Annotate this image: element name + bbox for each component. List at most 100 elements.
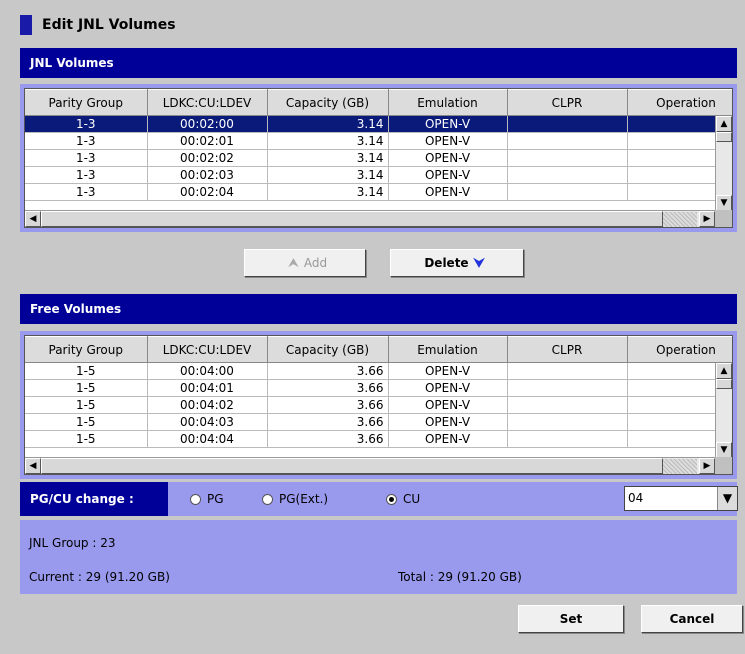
table-cell: 00:02:00	[147, 115, 268, 133]
table-cell: OPEN-V	[388, 166, 508, 184]
table-row[interactable]: 1-5 00:04:03 3.66 OPEN-V	[25, 413, 732, 431]
add-button-label: Add	[303, 256, 328, 270]
table-cell: 00:04:01	[147, 379, 268, 397]
column-header[interactable]: LDKC:CU:LDEV	[147, 89, 268, 116]
table-cell: OPEN-V	[388, 413, 508, 431]
table-row[interactable]: 1-3 00:02:02 3.14 OPEN-V	[25, 149, 732, 167]
set-button[interactable]: Set	[518, 605, 624, 633]
table-cell: 3.66	[267, 396, 389, 414]
double-chevron-up-icon: ⮝	[287, 255, 299, 271]
table-cell: 3.66	[267, 430, 389, 448]
add-button[interactable]: ⮝ Add	[244, 249, 366, 277]
radio-pg-label: PG	[207, 492, 224, 506]
jnl-volumes-table[interactable]: Parity Group LDKC:CU:LDEV Capacity (GB) Emu…	[24, 88, 733, 228]
free-vertical-scrollbar[interactable]: ▲ ▼	[715, 363, 732, 458]
table-cell: OPEN-V	[388, 396, 508, 414]
jnl-vertical-scrollbar[interactable]: ▲ ▼	[715, 116, 732, 211]
radio-circle-icon	[190, 493, 201, 505]
table-row[interactable]: 1-5 00:04:04 3.66 OPEN-V	[25, 430, 732, 448]
cu-select[interactable]: 04 ▼	[624, 486, 738, 511]
scroll-down-icon[interactable]: ▼	[716, 195, 732, 211]
free-volumes-header: Free Volumes	[20, 294, 737, 324]
column-header[interactable]: Capacity (GB)	[267, 89, 389, 116]
scroll-up-icon[interactable]: ▲	[716, 363, 732, 379]
free-horizontal-scrollbar[interactable]: ◀ ▶	[25, 457, 715, 474]
column-header[interactable]: Operation	[627, 89, 732, 116]
radio-pg-ext[interactable]: PG(Ext.)	[262, 492, 328, 506]
column-header[interactable]: CLPR	[507, 89, 628, 116]
radio-cu-label: CU	[403, 492, 421, 506]
table-row[interactable]: 1-5 00:04:00 3.66 OPEN-V	[25, 362, 732, 380]
cu-select-value: 04	[628, 491, 644, 505]
table-cell: OPEN-V	[388, 115, 508, 133]
table-row[interactable]: 1-3 00:02:00 3.14 OPEN-V	[25, 115, 732, 133]
delete-button-label: Delete	[424, 256, 469, 270]
double-chevron-down-icon: ⮟	[473, 255, 485, 271]
table-cell: 1-5	[25, 413, 148, 431]
table-cell: OPEN-V	[388, 362, 508, 380]
page-title: Edit JNL Volumes	[42, 17, 176, 33]
column-header[interactable]: Parity Group	[25, 89, 148, 116]
table-cell: 1-5	[25, 430, 148, 448]
scroll-left-icon[interactable]: ◀	[25, 211, 41, 227]
title-marker	[20, 15, 32, 35]
table-cell: 1-3	[25, 183, 148, 201]
table-cell: OPEN-V	[388, 379, 508, 397]
table-cell: 1-5	[25, 362, 148, 380]
free-volumes-table[interactable]: Parity Group LDKC:CU:LDEV Capacity (GB) Emu…	[24, 335, 733, 475]
table-cell	[507, 379, 628, 397]
table-cell	[507, 149, 628, 167]
table-cell: 3.66	[267, 379, 389, 397]
pgcu-change-label: PG/CU change :	[20, 482, 168, 516]
table-cell: OPEN-V	[388, 183, 508, 201]
scroll-thumb[interactable]	[41, 211, 663, 227]
scroll-up-icon[interactable]: ▲	[716, 116, 732, 132]
column-header[interactable]: CLPR	[507, 336, 628, 363]
table-row[interactable]: 1-5 00:04:02 3.66 OPEN-V	[25, 396, 732, 414]
column-header[interactable]: Emulation	[388, 89, 508, 116]
table-cell	[507, 183, 628, 201]
current-text: Current : 29 (91.20 GB)	[29, 570, 170, 584]
table-cell: OPEN-V	[388, 430, 508, 448]
scroll-thumb[interactable]	[716, 379, 732, 389]
table-cell: 1-3	[25, 166, 148, 184]
radio-circle-selected-icon	[386, 493, 397, 505]
table-row[interactable]: 1-3 00:02:01 3.14 OPEN-V	[25, 132, 732, 150]
column-header[interactable]: Operation	[627, 336, 732, 363]
table-cell: 1-3	[25, 149, 148, 167]
cancel-button[interactable]: Cancel	[641, 605, 743, 633]
table-cell	[507, 166, 628, 184]
table-row[interactable]: 1-3 00:02:04 3.14 OPEN-V	[25, 183, 732, 201]
dialog-title: Edit JNL Volumes	[20, 14, 176, 36]
column-header[interactable]: Emulation	[388, 336, 508, 363]
scroll-thumb[interactable]	[41, 458, 663, 474]
radio-cu[interactable]: CU	[386, 492, 420, 506]
jnl-volumes-table-frame: Parity Group LDKC:CU:LDEV Capacity (GB) Emu…	[20, 84, 737, 232]
table-cell	[507, 396, 628, 414]
scroll-corner	[715, 210, 732, 227]
scroll-right-icon[interactable]: ▶	[699, 458, 715, 474]
table-row[interactable]: 1-5 00:04:01 3.66 OPEN-V	[25, 379, 732, 397]
table-cell	[507, 430, 628, 448]
table-cell	[507, 115, 628, 133]
table-row[interactable]: 1-3 00:02:03 3.14 OPEN-V	[25, 166, 732, 184]
scroll-thumb[interactable]	[716, 132, 732, 142]
table-cell	[507, 362, 628, 380]
column-header[interactable]: Parity Group	[25, 336, 148, 363]
scroll-down-icon[interactable]: ▼	[716, 442, 732, 458]
table-cell: OPEN-V	[388, 149, 508, 167]
column-header[interactable]: Capacity (GB)	[267, 336, 389, 363]
jnl-horizontal-scrollbar[interactable]: ◀ ▶	[25, 210, 715, 227]
radio-pg[interactable]: PG	[190, 492, 224, 506]
scroll-right-icon[interactable]: ▶	[699, 211, 715, 227]
table-cell: 1-5	[25, 379, 148, 397]
scroll-left-icon[interactable]: ◀	[25, 458, 41, 474]
chevron-down-icon[interactable]: ▼	[717, 487, 737, 510]
delete-button[interactable]: Delete ⮟	[390, 249, 524, 277]
table-cell: 00:04:02	[147, 396, 268, 414]
pgcu-change-bar: PG/CU change : PG PG(Ext.) CU 04 ▼	[20, 482, 738, 516]
column-header[interactable]: LDKC:CU:LDEV	[147, 336, 268, 363]
radio-pg-ext-label: PG(Ext.)	[279, 492, 329, 506]
table-cell: 00:04:04	[147, 430, 268, 448]
table-cell: 3.14	[267, 166, 389, 184]
